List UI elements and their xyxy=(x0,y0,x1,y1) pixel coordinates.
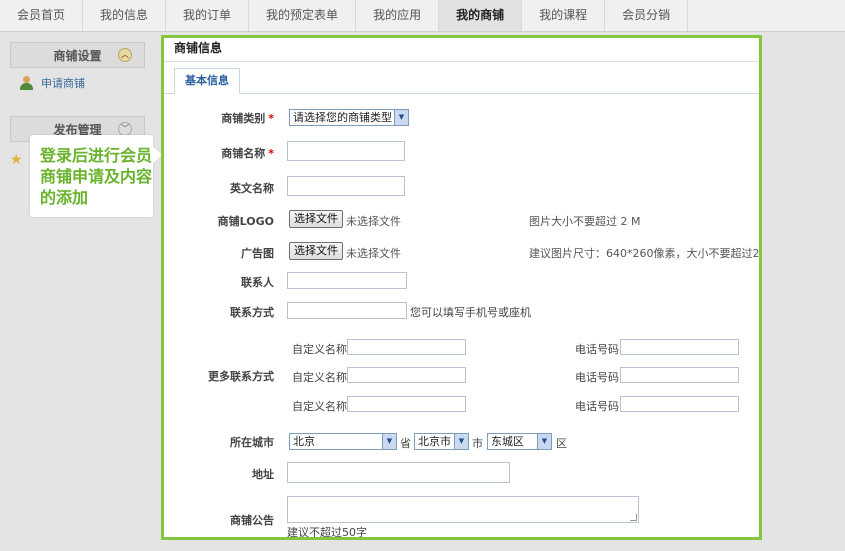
tab-my-orders[interactable]: 我的订单 xyxy=(166,0,250,31)
province-unit: 省 xyxy=(400,437,411,450)
city-select[interactable]: 北京市 ▼ xyxy=(414,433,469,450)
chevron-down-icon: ▼ xyxy=(382,434,396,449)
chevron-down-icon: ▼ xyxy=(537,434,551,449)
phone-label: 电话号码: xyxy=(575,400,623,413)
top-nav: 会员首页 我的信息 我的订单 我的预定表单 我的应用 我的商铺 我的课程 会员分… xyxy=(0,0,845,32)
sidebar: 商铺设置 ︿ 申请商铺 发布管理 ﹀ xyxy=(10,42,145,142)
district-select[interactable]: 东城区 ▼ xyxy=(487,433,552,450)
contact-person-input[interactable] xyxy=(287,272,407,289)
address-label: 地址 xyxy=(252,468,274,481)
chevron-down-icon: ▼ xyxy=(454,434,468,449)
phone-input[interactable] xyxy=(620,339,739,355)
custom-name-label: 自定义名称: xyxy=(292,371,351,384)
user-icon xyxy=(20,76,33,90)
tab-member-distribution[interactable]: 会员分销 xyxy=(605,0,689,31)
custom-name-label: 自定义名称: xyxy=(292,343,351,356)
tooltip-callout: 登录后进行会员商铺申请及内容的添加 xyxy=(30,135,162,217)
logo-file-button[interactable]: 选择文件 xyxy=(289,210,343,228)
tab-basic-info[interactable]: 基本信息 xyxy=(174,68,240,94)
ad-hint: 建议图片尺寸：640*260像素，大小不要超过2M xyxy=(529,247,762,260)
chevron-down-icon: ▼ xyxy=(394,110,408,125)
city-label: 所在城市 xyxy=(230,436,274,449)
contact-method-input[interactable] xyxy=(287,302,407,319)
sidebar-item-apply-shop[interactable]: 申请商铺 xyxy=(10,68,145,98)
category-select-value: 请选择您的商铺类型 xyxy=(293,111,392,124)
district-select-value: 东城区 xyxy=(491,435,524,448)
logo-no-file-text: 未选择文件 xyxy=(346,215,401,228)
sidebar-item-label: 申请商铺 xyxy=(41,77,85,90)
city-select-value: 北京市 xyxy=(418,435,451,448)
custom-name-input[interactable] xyxy=(347,367,466,383)
city-unit: 市 xyxy=(472,437,483,450)
required-mark: * xyxy=(268,112,274,125)
province-select[interactable]: 北京 ▼ xyxy=(289,433,397,450)
district-unit: 区 xyxy=(556,437,567,450)
chevron-up-icon[interactable]: ︿ xyxy=(118,48,132,62)
chevron-down-icon[interactable]: ﹀ xyxy=(118,122,132,136)
english-name-label: 英文名称 xyxy=(230,182,274,195)
shop-info-panel: 商铺信息 基本信息 商铺类别 * 请选择您的商铺类型 ▼ 商铺名称 * 英文名称 商铺… xyxy=(161,35,762,540)
custom-name-input[interactable] xyxy=(347,339,466,355)
ad-no-file-text: 未选择文件 xyxy=(346,247,401,260)
star-icon: ★ xyxy=(10,152,23,168)
contact-person-label: 联系人 xyxy=(241,276,274,289)
ad-label: 广告图 xyxy=(241,247,274,260)
name-label: 商铺名称 * xyxy=(221,147,274,160)
phone-label: 电话号码: xyxy=(575,343,623,356)
english-name-input[interactable] xyxy=(287,176,405,196)
shop-settings-header[interactable]: 商铺设置 ︿ xyxy=(10,42,145,68)
custom-name-label: 自定义名称: xyxy=(292,400,351,413)
category-label: 商铺类别 * xyxy=(221,112,274,125)
notice-hint: 建议不超过50字 xyxy=(287,526,367,539)
contact-method-label: 联系方式 xyxy=(230,306,274,319)
tab-my-courses[interactable]: 我的课程 xyxy=(522,0,606,31)
phone-label: 电话号码: xyxy=(575,371,623,384)
ad-file-button[interactable]: 选择文件 xyxy=(289,242,343,260)
custom-name-input[interactable] xyxy=(347,396,466,412)
callout-text: 登录后进行会员商铺申请及内容的添加 xyxy=(40,146,153,207)
contact-method-hint: 您可以填写手机号或座机 xyxy=(410,306,531,319)
phone-input[interactable] xyxy=(620,367,739,383)
tab-my-shop[interactable]: 我的商铺 xyxy=(439,0,523,31)
phone-input[interactable] xyxy=(620,396,739,412)
logo-hint: 图片大小不要超过 2 M xyxy=(529,215,641,228)
notice-textarea[interactable] xyxy=(287,496,639,523)
tab-my-apps[interactable]: 我的应用 xyxy=(356,0,440,31)
address-input[interactable] xyxy=(287,462,510,483)
category-select[interactable]: 请选择您的商铺类型 ▼ xyxy=(289,109,409,126)
more-contact-label: 更多联系方式 xyxy=(208,370,274,383)
required-mark: * xyxy=(268,147,274,160)
subtab-bar: 基本信息 xyxy=(164,62,759,94)
province-select-value: 北京 xyxy=(293,435,315,448)
shop-settings-title: 商铺设置 xyxy=(53,48,102,63)
logo-label: 商铺LOGO xyxy=(217,215,274,228)
panel-title: 商铺信息 xyxy=(164,38,759,62)
tab-my-info[interactable]: 我的信息 xyxy=(83,0,167,31)
notice-label: 商铺公告 xyxy=(230,514,274,527)
tab-my-booking-forms[interactable]: 我的预定表单 xyxy=(249,0,357,31)
tab-member-home[interactable]: 会员首页 xyxy=(0,0,84,31)
shop-name-input[interactable] xyxy=(287,141,405,161)
